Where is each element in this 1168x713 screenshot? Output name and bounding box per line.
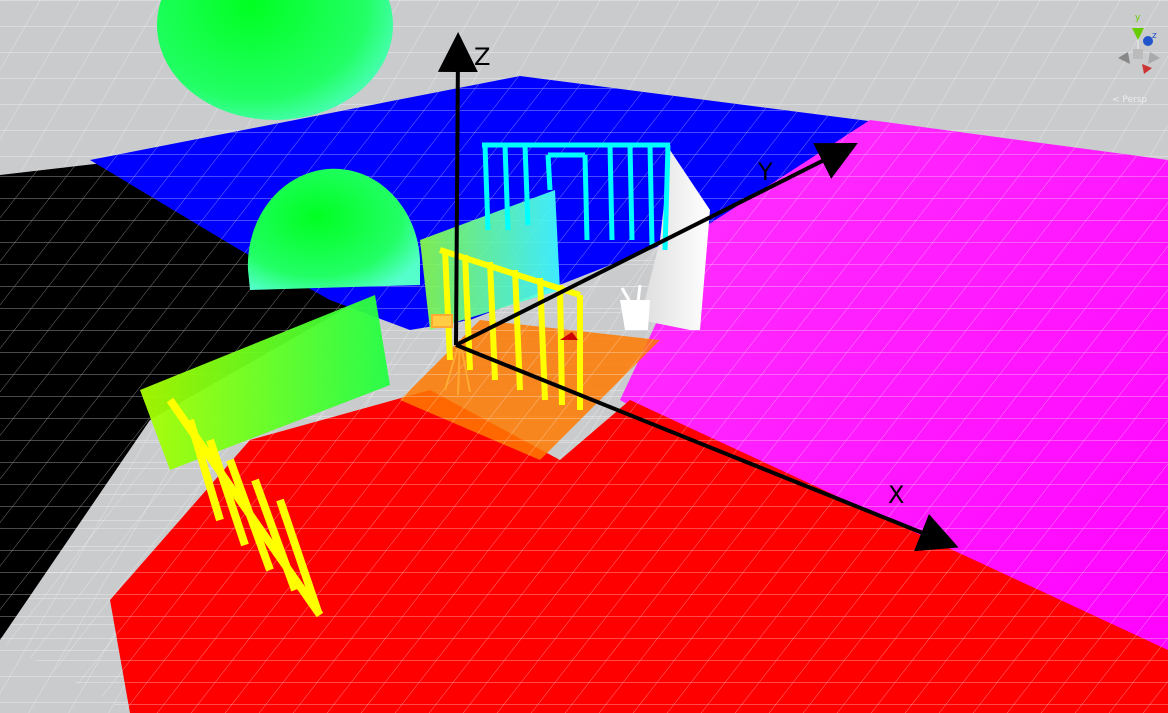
gizmo-y-label: y xyxy=(1135,13,1141,23)
gizmo-center-cube-icon[interactable] xyxy=(1133,49,1143,59)
3d-scene[interactable]: Z Y X xyxy=(0,0,1168,713)
scene-viewport[interactable]: Z Y X y z < Persp xyxy=(0,0,1168,713)
z-axis-label: Z xyxy=(474,43,490,71)
x-axis-label: X xyxy=(888,481,904,509)
gizmo-neg-x-cone-icon[interactable] xyxy=(1148,52,1160,64)
gizmo-red-cone-icon[interactable] xyxy=(1142,64,1152,74)
orientation-gizmo[interactable]: y z < Persp xyxy=(1108,8,1168,108)
gizmo-z-label: z xyxy=(1152,31,1157,41)
z-axis xyxy=(437,32,478,346)
gizmo-mode-label[interactable]: < Persp xyxy=(1112,95,1147,105)
gizmo-x-cone-icon[interactable] xyxy=(1118,52,1130,64)
gizmo-y-cone-icon[interactable] xyxy=(1132,28,1144,40)
y-axis-label: Y xyxy=(757,158,773,186)
